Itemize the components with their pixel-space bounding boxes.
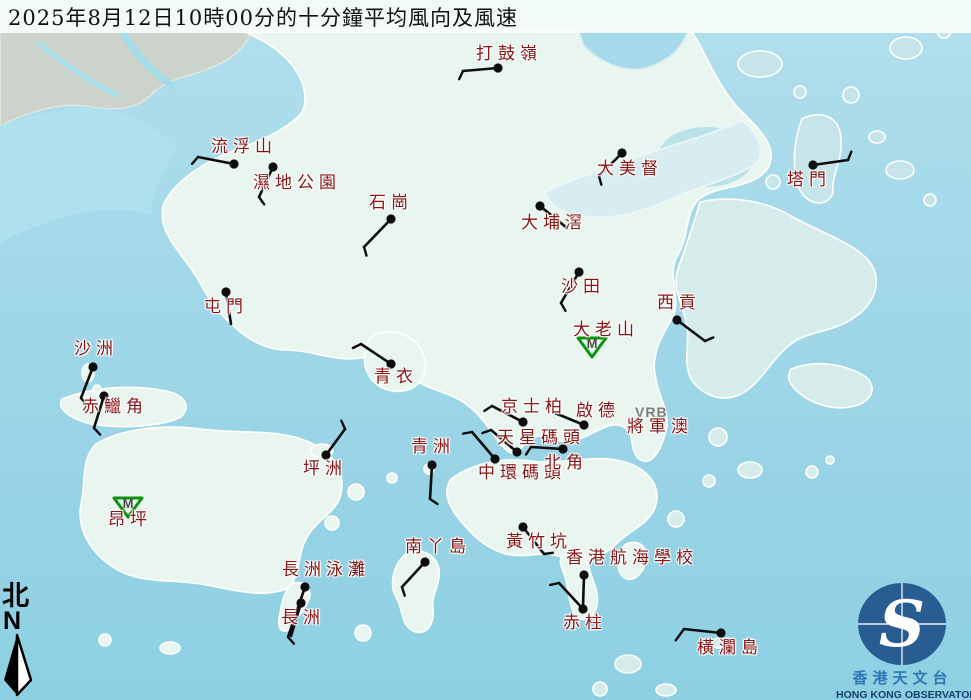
- wind-barb-sai-kung: [672, 315, 713, 341]
- north-chinese-label: 北: [2, 583, 36, 610]
- station-label-tates-cairn: 大老山: [573, 322, 639, 340]
- station-dot: [535, 201, 544, 210]
- barb-feather: [192, 157, 198, 164]
- barb-feather: [705, 337, 713, 341]
- station-label-green-island: 青洲: [411, 439, 455, 457]
- station-dot: [386, 214, 395, 223]
- barb-feather: [430, 499, 438, 504]
- hko-logo-english: HONG KONG OBSERVATORY: [836, 689, 969, 700]
- station-dot: [518, 522, 527, 531]
- barb-feather: [259, 197, 264, 204]
- barb-feather: [94, 428, 100, 435]
- barb-feather: [676, 629, 684, 640]
- station-label-ta-kwu-ling: 打鼓嶺: [476, 46, 542, 64]
- station-dot: [221, 287, 230, 296]
- station-label-ngong-ping: 昂坪: [108, 512, 152, 530]
- wind-barb-ta-kwu-ling: [459, 63, 502, 79]
- wind-barb-lau-fau-shan: [192, 157, 239, 169]
- station-dot: [88, 362, 97, 371]
- station-label-lau-fau-shan: 流浮山: [211, 139, 277, 157]
- wind-barb-tsing-yi: [353, 344, 396, 369]
- station-dot: [420, 557, 429, 566]
- wind-barb-green-island: [427, 460, 437, 504]
- barb-feather: [463, 432, 472, 434]
- north-compass: 北 N: [2, 583, 36, 699]
- barb-feather: [288, 637, 294, 644]
- hko-logo-icon: S: [836, 582, 969, 666]
- station-label-waglan-island: 橫瀾島: [697, 640, 763, 658]
- wind-barb-lamma-island: [402, 557, 430, 595]
- station-dot: [229, 159, 238, 168]
- station-label-kings-park: 京士柏: [501, 399, 567, 417]
- barb-feather: [364, 247, 366, 256]
- station-label-tsing-yi: 青衣: [374, 369, 418, 387]
- barb-feather: [848, 152, 851, 160]
- station-label-tai-mei-tuk: 大美督: [597, 161, 663, 179]
- maintenance-m-letter: M: [123, 496, 134, 511]
- wind-barb-peng-chau: [321, 421, 345, 460]
- north-arrow-icon: [2, 633, 36, 699]
- station-label-hk-sea-school: 香港航海學校: [566, 550, 698, 568]
- station-label-sha-chau: 沙洲: [74, 341, 118, 359]
- hko-logo-chinese: 香港天文台: [836, 667, 969, 688]
- wind-map-screen: MM 打鼓嶺流浮山濕地公園石崗 大美督塔門大埔滘沙田西貢 屯門沙洲赤鱲角 青衣京士柏啟…: [0, 0, 971, 700]
- station-dot: [716, 628, 725, 637]
- station-dot: [493, 63, 502, 72]
- north-letter-label: N: [3, 610, 36, 633]
- barb-feather: [561, 303, 565, 311]
- station-label-cheung-chau-beach: 長洲泳灘: [282, 562, 370, 580]
- station-label-tai-po-kau: 大埔滘: [521, 215, 587, 233]
- barb-feather: [483, 430, 491, 433]
- barb-feather: [353, 344, 361, 348]
- station-dot: [672, 315, 681, 324]
- station-dot: [808, 160, 817, 169]
- barb-feather: [484, 406, 492, 411]
- station-label-stanley: 赤柱: [563, 615, 607, 633]
- map-title: 2025年8月12日10時00分的十分鐘平均風向及風速: [0, 2, 518, 32]
- station-label-chek-lap-kok: 赤鱲角: [82, 399, 148, 417]
- barb-feather: [459, 71, 463, 79]
- station-label-tuen-mun: 屯門: [204, 299, 248, 317]
- station-dot: [296, 598, 305, 607]
- barb-feather: [550, 583, 559, 585]
- barb-feather: [544, 553, 553, 554]
- station-label-wetland-park: 濕地公園: [253, 175, 341, 193]
- station-label-north-point: 北角: [544, 455, 588, 473]
- station-label-sai-kung: 西貢: [657, 295, 701, 313]
- station-label-wong-chuk-hang: 黃竹坑: [506, 534, 572, 552]
- wind-barb-hk-sea-school: [579, 570, 588, 607]
- station-label-cheung-chau: 長洲: [281, 610, 325, 628]
- station-dot: [512, 447, 521, 456]
- station-dot: [268, 162, 277, 171]
- station-dot: [579, 570, 588, 579]
- station-label-star-ferry-pier: 天星碼頭: [497, 430, 585, 448]
- station-label-shek-kong: 石崗: [369, 195, 413, 213]
- wind-barb-tap-mun: [808, 152, 851, 170]
- barb-feather: [341, 421, 345, 429]
- station-dot: [518, 417, 527, 426]
- station-label-lamma-island: 南丫島: [405, 539, 471, 557]
- station-label-peng-chau: 坪洲: [303, 461, 347, 479]
- station-dot: [427, 460, 436, 469]
- barb-feather: [526, 447, 531, 454]
- station-label-tseung-kwan-o: 將軍澳: [627, 419, 693, 437]
- title-bar: 2025年8月12日10時00分的十分鐘平均風向及風速: [0, 0, 971, 33]
- station-dot: [300, 582, 309, 591]
- svg-text:S: S: [879, 587, 925, 662]
- station-dot: [617, 148, 626, 157]
- wind-barb-layer: MM: [0, 0, 971, 700]
- station-label-sha-tin: 沙田: [561, 279, 605, 297]
- station-label-kai-tak: 啟德: [576, 403, 620, 421]
- wind-barb-central-pier: [463, 432, 499, 464]
- station-dot: [574, 267, 583, 276]
- wind-barb-shek-kong: [364, 214, 396, 255]
- station-label-tap-mun: 塔門: [787, 172, 831, 190]
- hko-logo: S 香港天文台 HONG KONG OBSERVATORY: [836, 582, 969, 700]
- barb-feather: [402, 587, 405, 596]
